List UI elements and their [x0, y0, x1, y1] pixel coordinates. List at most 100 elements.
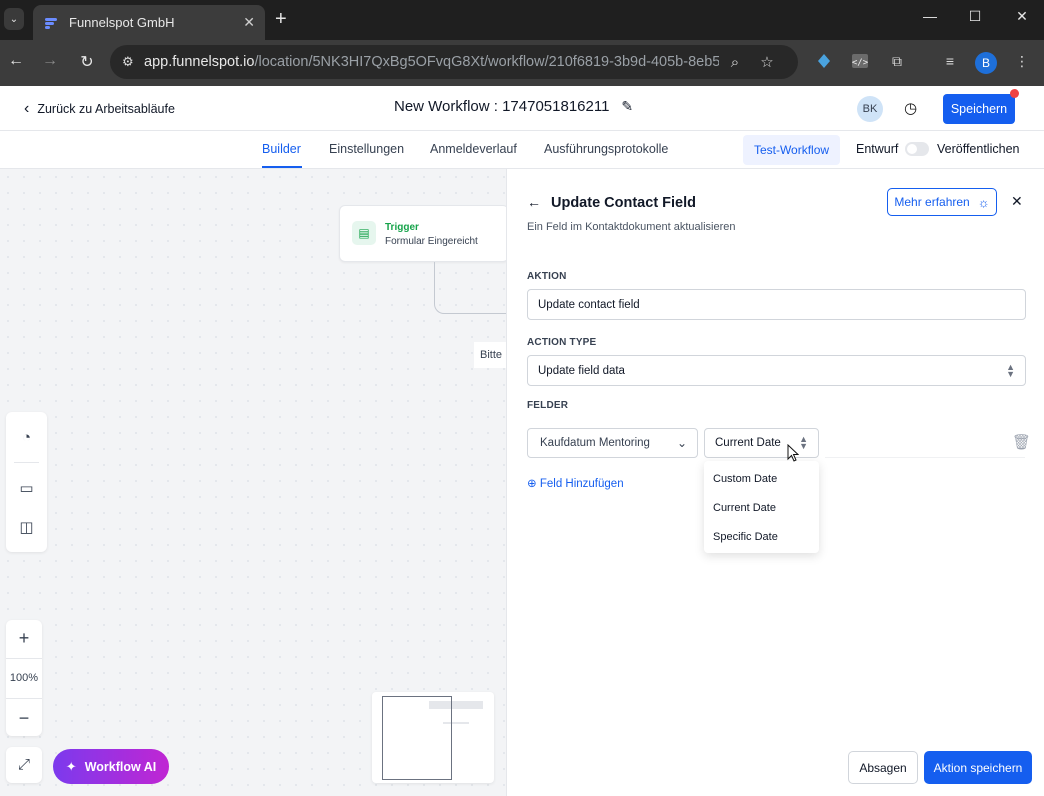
back-icon[interactable]: ←: [4, 52, 28, 70]
option-custom-date[interactable]: Custom Date: [713, 473, 777, 485]
action-section-label: AKTION: [527, 271, 567, 282]
add-field-label: Feld Hinzufügen: [539, 478, 624, 490]
learn-more-label: Mehr erfahren: [894, 195, 970, 209]
publish-toggle[interactable]: [905, 142, 929, 156]
new-tab-icon[interactable]: +: [275, 8, 287, 30]
field-name-value: Kaufdatum Mentoring: [540, 437, 650, 449]
trigger-subtitle: Formular Eingereicht: [385, 236, 478, 247]
workflow-ai-button[interactable]: ✦ Workflow AI: [53, 749, 169, 784]
action-drawer: ← Update Contact Field Ein Feld im Konta…: [506, 169, 1044, 796]
field-name-select[interactable]: Kaufdatum Mentoring ⌄: [527, 428, 698, 458]
user-avatar[interactable]: BK: [857, 96, 883, 122]
field-value-select[interactable]: Current Date ▲ ▼: [704, 428, 819, 458]
zoom-controls: + 100% −: [6, 620, 42, 736]
browser-tab-strip: ⌄ Funnelspot GmbH ✕ + — ☐ ✕: [0, 0, 1044, 40]
workflow-title-text: New Workflow : 1747051816211: [394, 98, 610, 115]
delete-trash-icon[interactable]: 🗑: [1012, 433, 1031, 451]
workflow-ai-label: Workflow AI: [84, 759, 157, 774]
extension-icon[interactable]: [813, 53, 835, 73]
url-text: app.funnelspot.io/location/5NK3HI7QxBg5O…: [144, 54, 719, 70]
minimize-icon[interactable]: —: [915, 8, 945, 24]
fields-section-label: FELDER: [527, 400, 569, 411]
browser-tab[interactable]: Funnelspot GmbH ✕: [33, 5, 265, 40]
trigger-node[interactable]: ▤ Trigger Formular Eingereicht: [339, 205, 509, 262]
browser-menu-icon[interactable]: ⋮: [1011, 53, 1033, 73]
lightbulb-icon: ☼: [977, 194, 990, 210]
tab-execution-logs[interactable]: Ausführungsprotokolle: [544, 142, 668, 156]
option-specific-date[interactable]: Specific Date: [713, 531, 778, 543]
action-type-value: Update field data: [538, 365, 625, 377]
workflow-canvas[interactable]: ▤ Trigger Formular Eingereicht Bitte ◔ ▭…: [0, 169, 510, 796]
comment-icon[interactable]: ▭: [6, 479, 47, 497]
bookmark-star-icon[interactable]: ☆: [751, 53, 783, 71]
plus-circle-icon: ⊕: [527, 478, 537, 490]
browser-toolbar: ← → ↻ ⚙ app.funnelspot.io/location/5NK3H…: [0, 40, 1044, 86]
draft-label: Entwurf: [856, 142, 899, 156]
history-icon[interactable]: ◷: [904, 99, 917, 117]
action-type-select[interactable]: Update field data ▲ ▼: [527, 355, 1026, 386]
minimap-viewport[interactable]: [382, 696, 452, 780]
tab-title: Funnelspot GmbH: [69, 15, 175, 30]
test-workflow-button[interactable]: Test-Workflow: [743, 135, 840, 165]
zoom-in-button[interactable]: +: [6, 628, 42, 649]
truncated-node[interactable]: Bitte: [474, 342, 510, 368]
profile-avatar[interactable]: B: [975, 52, 997, 74]
clipboard-icon: ▤: [352, 221, 376, 245]
sparkle-icon: ✦: [65, 758, 77, 774]
back-to-workflows-link[interactable]: ‹ Zurück zu Arbeitsabläufe: [24, 100, 175, 118]
trigger-title: Trigger: [385, 222, 419, 233]
active-tab-indicator: [262, 166, 302, 168]
action-type-label: ACTION TYPE: [527, 337, 597, 348]
site-info-icon[interactable]: ⚙: [122, 54, 144, 70]
save-action-button[interactable]: Aktion speichern: [924, 751, 1032, 784]
learn-more-button[interactable]: Mehr erfahren ☼: [887, 188, 997, 216]
option-current-date[interactable]: Current Date: [713, 502, 776, 514]
stats-icon[interactable]: ◔: [6, 429, 47, 446]
unsaved-indicator: [1010, 89, 1019, 98]
tab-search-icon[interactable]: ⌄: [4, 8, 24, 30]
chevron-down-icon: ⌄: [676, 436, 687, 450]
publish-label: Veröffentlichen: [937, 142, 1020, 156]
mouse-cursor-icon: [787, 444, 799, 462]
window-close-icon[interactable]: ✕: [1007, 8, 1037, 25]
tab-builder[interactable]: Builder: [262, 142, 301, 156]
drawer-back-icon[interactable]: ←: [527, 194, 541, 210]
save-button[interactable]: Speichern: [943, 94, 1015, 124]
drawer-subtitle: Ein Feld im Kontaktdokument aktualisiere…: [527, 221, 736, 233]
select-updown-icon: ▲ ▼: [799, 434, 808, 451]
svg-text:</>: </>: [852, 58, 869, 68]
field-value-selected: Current Date: [715, 437, 781, 449]
zoom-icon[interactable]: ⌕: [719, 54, 751, 71]
edit-pencil-icon[interactable]: ✎: [621, 98, 633, 115]
zoom-level: 100%: [9, 672, 39, 684]
reload-icon[interactable]: ↻: [75, 52, 99, 72]
media-control-icon[interactable]: ≡: [939, 53, 961, 73]
note-icon[interactable]: ◫: [6, 518, 47, 536]
tab-settings[interactable]: Einstellungen: [329, 142, 404, 156]
extensions-puzzle-icon[interactable]: ⧉: [886, 53, 908, 73]
node-connector: [434, 262, 509, 314]
date-options-dropdown: Custom Date Current Date Specific Date: [704, 461, 819, 553]
action-name-input[interactable]: Update contact field: [527, 289, 1026, 320]
add-field-link[interactable]: ⊕ Feld Hinzufügen: [527, 476, 624, 490]
funnelspot-logo-icon: [43, 15, 59, 31]
fit-screen-icon[interactable]: ⤢: [6, 747, 42, 783]
address-bar[interactable]: ⚙ app.funnelspot.io/location/5NK3HI7QxBg…: [110, 45, 798, 79]
tab-enrollment-history[interactable]: Anmeldeverlauf: [430, 142, 517, 156]
cancel-button[interactable]: Absagen: [848, 751, 918, 784]
minimap[interactable]: [372, 692, 494, 783]
app-header: ‹ Zurück zu Arbeitsabläufe New Workflow …: [0, 86, 1044, 131]
maximize-icon[interactable]: ☐: [960, 8, 990, 25]
workflow-tabs: Builder Einstellungen Anmeldeverlauf Aus…: [0, 131, 1044, 169]
zoom-out-button[interactable]: −: [6, 708, 42, 729]
code-extension-icon[interactable]: </>: [849, 53, 871, 73]
field-row-divider: [825, 457, 1025, 458]
canvas-side-tools: ◔ ▭ ◫: [6, 412, 47, 552]
drawer-title: Update Contact Field: [551, 195, 697, 211]
tab-close-icon[interactable]: ✕: [243, 14, 255, 31]
workflow-title: New Workflow : 1747051816211 ✎: [394, 98, 633, 115]
drawer-close-icon[interactable]: ✕: [1011, 193, 1023, 210]
forward-icon[interactable]: →: [38, 52, 62, 70]
chevron-left-icon: ‹: [24, 100, 30, 117]
select-updown-icon: ▲ ▼: [1006, 362, 1015, 379]
